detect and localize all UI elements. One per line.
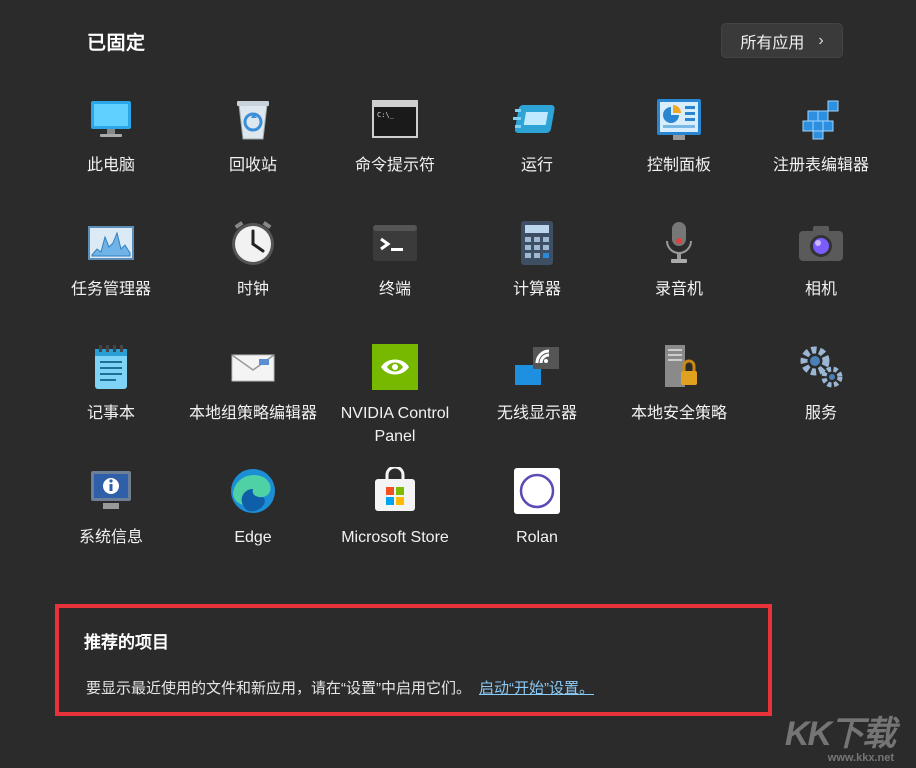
start-settings-link[interactable]: 启动“开始”设置。 xyxy=(479,680,594,697)
recommended-highlight-box xyxy=(55,604,772,716)
app-label: 注册表编辑器 xyxy=(773,154,869,177)
system-info-icon xyxy=(86,466,136,516)
app-services[interactable]: 服务 xyxy=(750,338,892,462)
app-label: 控制面板 xyxy=(647,154,711,177)
app-system-info[interactable]: 系统信息 xyxy=(40,462,182,586)
app-task-manager[interactable]: 任务管理器 xyxy=(40,214,182,338)
microphone-icon xyxy=(654,218,704,268)
app-label: 计算器 xyxy=(513,278,561,301)
rolan-icon xyxy=(512,466,562,516)
app-label: 录音机 xyxy=(655,278,703,301)
recommended-message: 要显示最近使用的文件和新应用，请在“设置”中启用它们。启动“开始”设置。 xyxy=(86,677,594,698)
recommended-text: 要显示最近使用的文件和新应用，请在“设置”中启用它们。 xyxy=(86,680,471,697)
calculator-icon xyxy=(512,218,562,268)
camera-icon xyxy=(796,218,846,268)
app-label: Microsoft Store xyxy=(341,526,449,549)
security-policy-icon xyxy=(654,342,704,392)
app-wireless-display[interactable]: 无线显示器 xyxy=(466,338,608,462)
app-label: Rolan xyxy=(516,526,558,549)
app-run[interactable]: 运行 xyxy=(466,90,608,214)
app-microsoft-store[interactable]: Microsoft Store xyxy=(324,462,466,586)
recommended-title: 推荐的项目 xyxy=(84,628,169,653)
nvidia-icon xyxy=(370,342,420,392)
app-calculator[interactable]: 计算器 xyxy=(466,214,608,338)
app-label: 命令提示符 xyxy=(355,154,435,177)
app-notepad[interactable]: 记事本 xyxy=(40,338,182,462)
app-label: 相机 xyxy=(805,278,837,301)
app-clock[interactable]: 时钟 xyxy=(182,214,324,338)
app-recycle-bin[interactable]: 回收站 xyxy=(182,90,324,214)
registry-editor-icon xyxy=(796,94,846,144)
all-apps-button[interactable]: 所有应用 › xyxy=(721,23,843,58)
edge-icon xyxy=(228,466,278,516)
app-command-prompt[interactable]: C:\_ 命令提示符 xyxy=(324,90,466,214)
app-label: 时钟 xyxy=(237,278,269,301)
app-edge[interactable]: Edge xyxy=(182,462,324,586)
app-this-pc[interactable]: 此电脑 xyxy=(40,90,182,214)
app-label: 本地安全策略 xyxy=(631,402,727,425)
app-label: 服务 xyxy=(805,402,837,425)
group-policy-icon xyxy=(228,342,278,392)
clock-icon xyxy=(228,218,278,268)
app-label: 运行 xyxy=(521,154,553,177)
terminal-icon xyxy=(370,218,420,268)
app-label: 回收站 xyxy=(229,154,277,177)
wireless-display-icon xyxy=(512,342,562,392)
app-local-security-policy[interactable]: 本地安全策略 xyxy=(608,338,750,462)
app-label: 任务管理器 xyxy=(71,278,151,301)
app-label: 终端 xyxy=(379,278,411,301)
watermark-url: www.kkx.net xyxy=(785,752,894,764)
app-terminal[interactable]: 终端 xyxy=(324,214,466,338)
notepad-icon xyxy=(86,342,136,392)
command-prompt-icon: C:\_ xyxy=(370,94,420,144)
control-panel-icon xyxy=(654,94,704,144)
svg-text:C:\_: C:\_ xyxy=(377,111,395,119)
computer-icon xyxy=(86,94,136,144)
app-registry-editor[interactable]: 注册表编辑器 xyxy=(750,90,892,214)
app-control-panel[interactable]: 控制面板 xyxy=(608,90,750,214)
app-label: NVIDIA Control Panel xyxy=(329,402,461,448)
app-camera[interactable]: 相机 xyxy=(750,214,892,338)
watermark: KK下载 www.kkx.net xyxy=(785,716,894,764)
app-group-policy[interactable]: 本地组策略编辑器 xyxy=(182,338,324,462)
app-label: 系统信息 xyxy=(79,526,143,549)
app-label: 记事本 xyxy=(87,402,135,425)
app-label: 此电脑 xyxy=(87,154,135,177)
app-recorder[interactable]: 录音机 xyxy=(608,214,750,338)
recycle-bin-icon xyxy=(228,94,278,144)
watermark-logo: KK下载 xyxy=(785,716,894,752)
services-icon xyxy=(796,342,846,392)
app-label: 无线显示器 xyxy=(497,402,577,425)
app-label: 本地组策略编辑器 xyxy=(189,402,317,425)
app-nvidia-control-panel[interactable]: NVIDIA Control Panel xyxy=(324,338,466,462)
app-rolan[interactable]: Rolan xyxy=(466,462,608,586)
chevron-right-icon: › xyxy=(818,32,823,50)
run-icon xyxy=(512,94,562,144)
app-label: Edge xyxy=(234,526,271,549)
all-apps-label: 所有应用 xyxy=(740,29,804,53)
pinned-title: 已固定 xyxy=(87,28,146,55)
pinned-apps-grid: 此电脑 回收站 C:\_ 命令提示符 运行 控制面板 注册表编辑器 任 xyxy=(40,90,892,586)
store-icon xyxy=(370,466,420,516)
task-manager-icon xyxy=(86,218,136,268)
